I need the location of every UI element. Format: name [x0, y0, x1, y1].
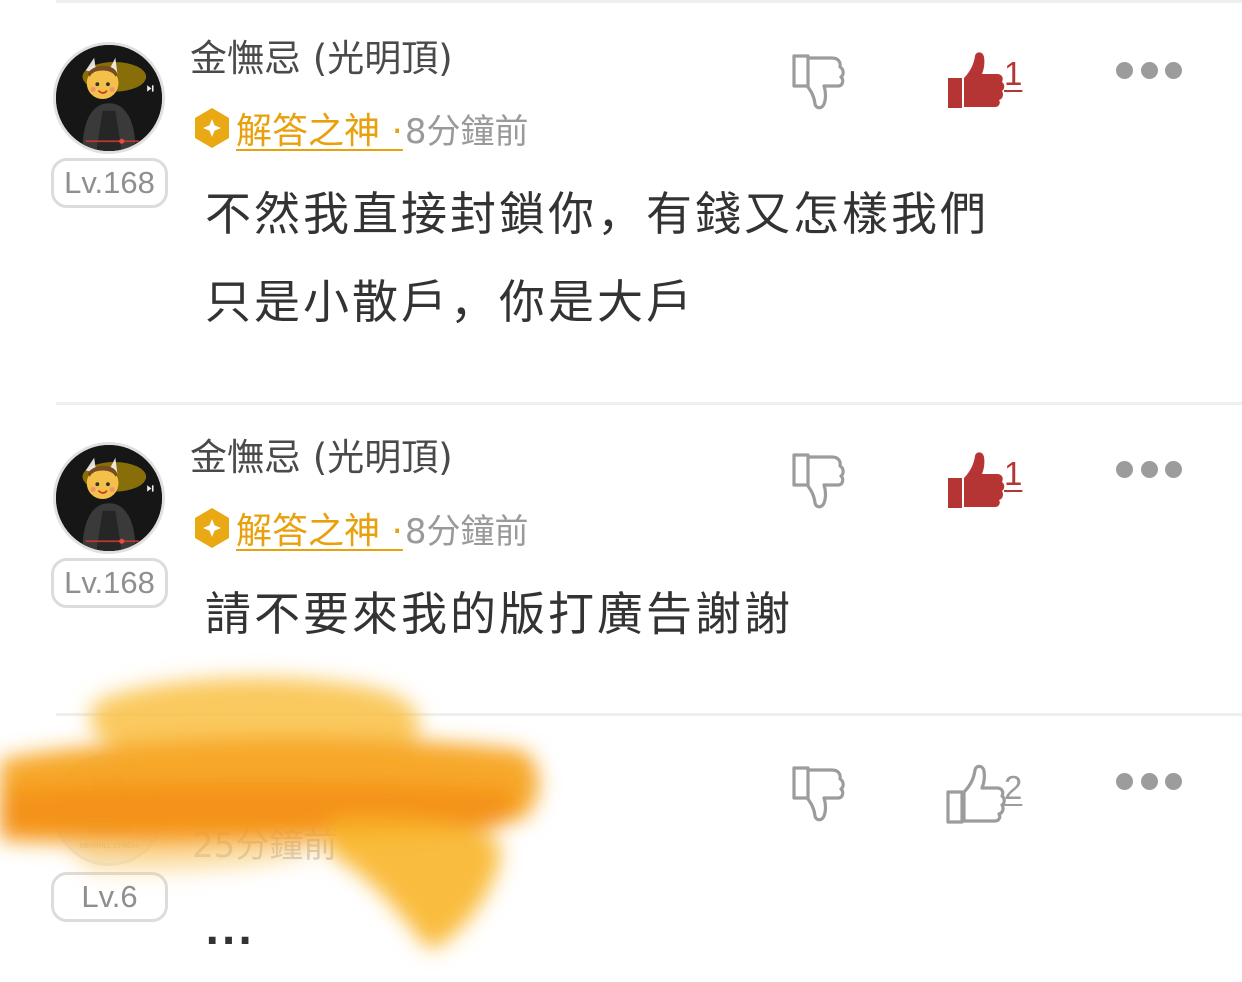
thumbs-up-icon — [948, 452, 1005, 508]
avatar[interactable]: MERRILL LYNCH — [53, 754, 165, 866]
comment-text: 不然我直接封鎖你，有錢又怎樣我們 只是小散戶，你是大戶 — [205, 170, 1105, 346]
timestamp: 8分鐘前 — [404, 511, 529, 552]
thumbs-up-icon — [948, 52, 1005, 108]
comment-text-line: 不然我直接封鎖你，有錢又怎樣我們 — [205, 187, 989, 241]
more-options-icon[interactable] — [1116, 459, 1182, 479]
comment-divider — [56, 402, 1242, 405]
like-count: 1 — [1004, 55, 1023, 92]
level-badge: Lv.6 — [51, 872, 168, 922]
like-button[interactable]: 1 — [944, 448, 1022, 512]
crown-badge-icon — [195, 508, 229, 548]
svg-text:MERRILL LYNCH: MERRILL LYNCH — [80, 841, 138, 850]
comment-divider — [56, 713, 1242, 716]
thumbs-down-icon[interactable] — [786, 449, 850, 513]
top-divider — [56, 0, 1242, 3]
comment-text-line: 只是小散戶，你是大戶 — [205, 275, 695, 329]
username[interactable]: 金憮忌 (光明頂) — [190, 36, 453, 82]
more-options-icon[interactable] — [1116, 771, 1182, 791]
like-count: 2 — [1004, 769, 1023, 806]
thumbs-down-icon[interactable] — [786, 50, 850, 114]
comment-text-truncated[interactable]: ... — [205, 912, 254, 950]
like-count: 1 — [1004, 455, 1023, 492]
level-badge: Lv.168 — [51, 158, 168, 208]
comment-text: 請不要來我的版打廣告謝謝 — [205, 570, 1105, 658]
crown-badge-icon — [195, 108, 229, 148]
thumbs-down-icon[interactable] — [786, 762, 850, 826]
comment-text-line: 請不要來我的版打廣告謝謝 — [205, 587, 793, 641]
badge-title-link[interactable]: 解答之神 · — [236, 102, 403, 154]
user-meta: 解答之神 · 8分鐘前 — [190, 504, 529, 552]
avatar[interactable] — [53, 442, 165, 554]
like-button[interactable]: 1 — [944, 48, 1022, 112]
user-meta: 解答之神 · 8分鐘前 — [190, 104, 529, 152]
timestamp: 25分鐘前 — [192, 825, 338, 866]
thumbs-up-outline-icon — [946, 764, 1006, 824]
username[interactable]: 金憮忌 (光明頂) — [190, 435, 453, 481]
badge-title-link[interactable]: 解答之神 · — [236, 502, 403, 554]
more-options-icon[interactable] — [1116, 60, 1182, 80]
like-button[interactable]: 2 — [944, 762, 1022, 826]
level-badge: Lv.168 — [51, 558, 168, 608]
timestamp: 8分鐘前 — [404, 111, 529, 152]
user-meta: 25分鐘前 — [190, 818, 337, 866]
avatar[interactable] — [53, 42, 165, 154]
